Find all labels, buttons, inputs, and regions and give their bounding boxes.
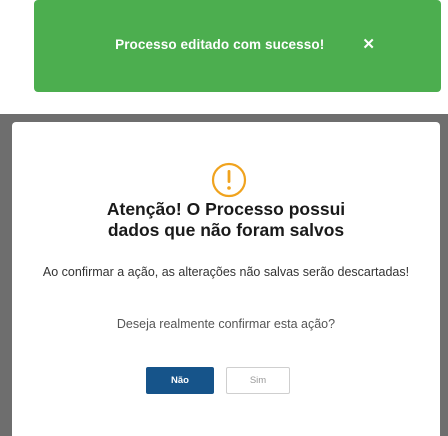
dialog-body: Ao confirmar a ação, as alterações não s… bbox=[42, 265, 410, 279]
dialog-title-line2: dados que não foram salvos bbox=[107, 220, 345, 240]
no-button[interactable]: Não bbox=[146, 367, 214, 394]
warning-circle-icon bbox=[211, 162, 247, 198]
dialog-question: Deseja realmente confirmar esta ação? bbox=[116, 317, 336, 331]
dialog-title: Atenção! O Processo possui dados que não… bbox=[32, 199, 420, 241]
success-toast: Processo editado com sucesso! ✕ bbox=[34, 0, 441, 92]
confirm-dialog: Atenção! O Processo possui dados que não… bbox=[12, 122, 440, 436]
yes-button[interactable]: Sim bbox=[226, 367, 290, 394]
close-icon[interactable]: ✕ bbox=[362, 37, 375, 52]
dialog-title-line1: Atenção! O Processo possui bbox=[106, 199, 346, 219]
toast-message: Processo editado com sucesso! bbox=[115, 36, 325, 52]
